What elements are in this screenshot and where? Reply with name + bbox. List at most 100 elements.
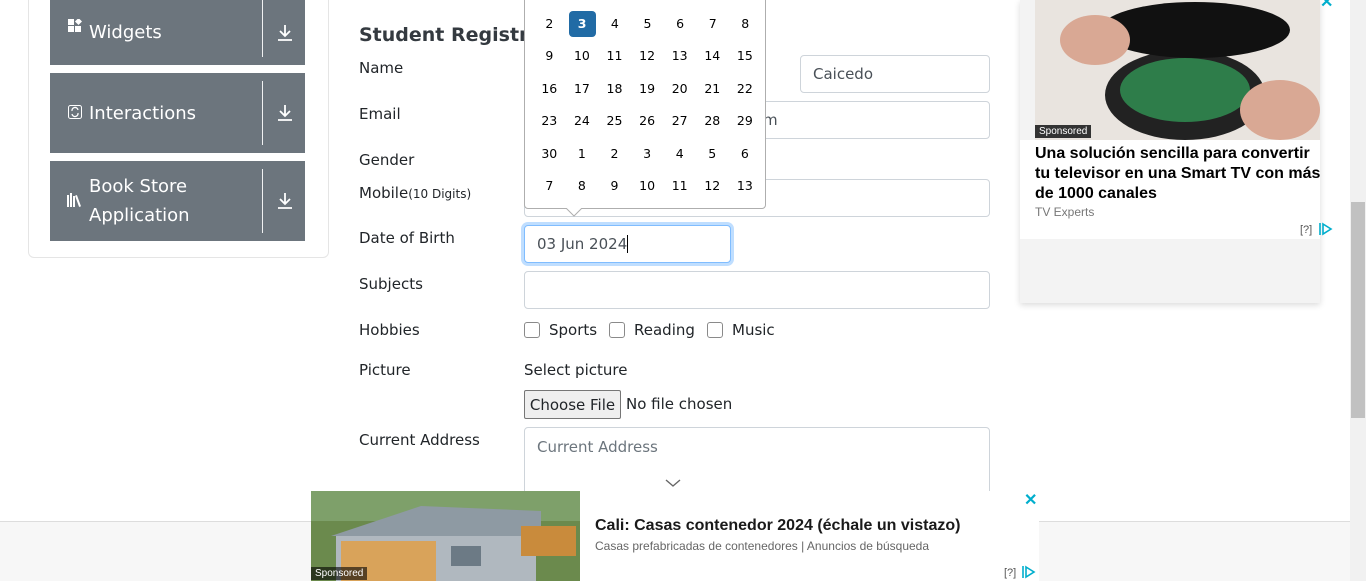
page: Widgets Interactions Book Store Applicat…: [0, 0, 1366, 581]
calendar-day[interactable]: 7: [533, 173, 566, 199]
name-label: Name: [359, 59, 404, 77]
checkbox-box[interactable]: [707, 322, 723, 338]
calendar-day[interactable]: 1: [566, 141, 599, 167]
calendar-day[interactable]: 5: [631, 11, 664, 37]
ad-bottom-source[interactable]: Casas prefabricadas de contenedores | An…: [595, 539, 929, 553]
ad-bottom-headline[interactable]: Cali: Casas contenedor 2024 (échale un v…: [595, 517, 960, 535]
ad-right-headline[interactable]: Una solución sencilla para convertir tu …: [1035, 144, 1325, 204]
calendar-day[interactable]: 15: [729, 43, 762, 69]
calendar-day[interactable]: 8: [566, 173, 599, 199]
ad-right-image[interactable]: [1035, 0, 1320, 140]
adchoices-icon[interactable]: [1318, 222, 1334, 239]
calendar-day[interactable]: 4: [663, 141, 696, 167]
book-store-label-line1: Book Store: [89, 176, 188, 197]
file-status: No file chosen: [626, 395, 733, 413]
popup-pointer: [566, 208, 582, 217]
choose-file-button[interactable]: Choose File: [524, 390, 621, 419]
scrollbar-thumb[interactable]: [1351, 202, 1365, 418]
sidebar-group-book-store[interactable]: Book Store Application: [50, 161, 305, 241]
calendar-day[interactable]: 30: [533, 141, 566, 167]
close-icon[interactable]: ✕: [1024, 490, 1037, 510]
calendar-day[interactable]: 25: [598, 108, 631, 134]
calendar-day[interactable]: 27: [663, 108, 696, 134]
calendar-week: 2 3 4 5 6 7 8: [533, 11, 762, 37]
calendar-day[interactable]: 23: [533, 108, 566, 134]
calendar-day[interactable]: 19: [631, 76, 664, 102]
hobby-sports-checkbox[interactable]: Sports: [524, 321, 597, 339]
calendar-day[interactable]: 13: [663, 43, 696, 69]
ad-info-link[interactable]: [?]: [1300, 224, 1312, 236]
mobile-label: Mobile(10 Digits): [359, 184, 471, 202]
current-address-label: Current Address: [359, 431, 480, 449]
calendar-day[interactable]: 7: [696, 11, 729, 37]
hobby-label: Music: [732, 321, 775, 339]
gender-label: Gender: [359, 151, 415, 169]
divider: [262, 0, 263, 57]
calendar-day[interactable]: 6: [729, 141, 762, 167]
text-caret: [627, 235, 629, 253]
sidebar-group-label: Widgets: [89, 22, 162, 43]
last-name-value: Caicedo: [813, 65, 874, 83]
divider: [262, 81, 263, 145]
picture-label: Picture: [359, 361, 411, 379]
calendar-day[interactable]: 10: [631, 173, 664, 199]
date-of-birth-input[interactable]: 03 Jun 2024: [524, 225, 731, 263]
calendar-day[interactable]: 21: [696, 76, 729, 102]
calendar-day[interactable]: 24: [566, 108, 599, 134]
chevron-down-icon[interactable]: [665, 478, 681, 488]
download-icon: [275, 191, 295, 211]
calendar-day[interactable]: 11: [598, 43, 631, 69]
subjects-input[interactable]: [524, 271, 990, 309]
sidebar-group-interactions[interactable]: Interactions: [50, 73, 305, 153]
book-store-label-line2: Application: [89, 205, 190, 226]
adchoices-icon[interactable]: [1021, 565, 1037, 581]
calendar-day[interactable]: 12: [696, 173, 729, 199]
calendar-day[interactable]: 14: [696, 43, 729, 69]
hobby-music-checkbox[interactable]: Music: [707, 321, 775, 339]
ad-info-link[interactable]: [?]: [1004, 567, 1016, 579]
close-icon[interactable]: ✕: [1320, 0, 1333, 12]
calendar-day[interactable]: 10: [566, 43, 599, 69]
mobile-label-text: Mobile: [359, 184, 409, 202]
calendar-day-selected[interactable]: 3: [568, 11, 596, 37]
sidebar-group-widgets[interactable]: Widgets: [50, 0, 305, 65]
ad-right-source[interactable]: TV Experts: [1035, 205, 1094, 219]
select-picture-text: Select picture: [524, 361, 628, 379]
calendar-day[interactable]: 29: [729, 108, 762, 134]
sponsored-badge: Sponsored: [311, 567, 368, 580]
calendar-day[interactable]: 20: [663, 76, 696, 102]
calendar-day[interactable]: 13: [729, 173, 762, 199]
calendar-day[interactable]: 17: [566, 76, 599, 102]
checkbox-box[interactable]: [524, 322, 540, 338]
calendar-day[interactable]: 26: [631, 108, 664, 134]
calendar-day[interactable]: 2: [533, 11, 566, 37]
calendar-day[interactable]: 6: [664, 11, 697, 37]
book-store-icon: [67, 192, 83, 210]
calendar-week: 30 1 2 3 4 5 6: [533, 141, 761, 167]
calendar-day[interactable]: 18: [598, 76, 631, 102]
calendar-week: 16 17 18 19 20 21 22: [533, 76, 761, 102]
calendar-day[interactable]: 2: [598, 141, 631, 167]
calendar-day[interactable]: 5: [696, 141, 729, 167]
calendar-day[interactable]: 4: [599, 11, 632, 37]
calendar-day[interactable]: 9: [533, 43, 566, 69]
last-name-input[interactable]: Caicedo: [800, 55, 990, 93]
subjects-label: Subjects: [359, 275, 423, 293]
calendar-day[interactable]: 22: [729, 76, 762, 102]
address-placeholder: Current Address: [537, 438, 658, 456]
hobby-label: Reading: [634, 321, 695, 339]
checkbox-box[interactable]: [609, 322, 625, 338]
calendar-day[interactable]: 12: [631, 43, 664, 69]
calendar-day[interactable]: 8: [729, 11, 762, 37]
divider: [262, 169, 263, 233]
mobile-hint: (10 Digits): [408, 187, 472, 201]
sidebar-group-label: Book Store Application: [89, 172, 305, 230]
calendar-day[interactable]: 11: [663, 173, 696, 199]
calendar-day[interactable]: 16: [533, 76, 566, 102]
calendar-day[interactable]: 3: [631, 141, 664, 167]
hobby-reading-checkbox[interactable]: Reading: [609, 321, 695, 339]
calendar-day[interactable]: 9: [598, 173, 631, 199]
dob-label: Date of Birth: [359, 229, 455, 247]
calendar-day[interactable]: 28: [696, 108, 729, 134]
sponsored-badge: Sponsored: [1035, 125, 1092, 138]
